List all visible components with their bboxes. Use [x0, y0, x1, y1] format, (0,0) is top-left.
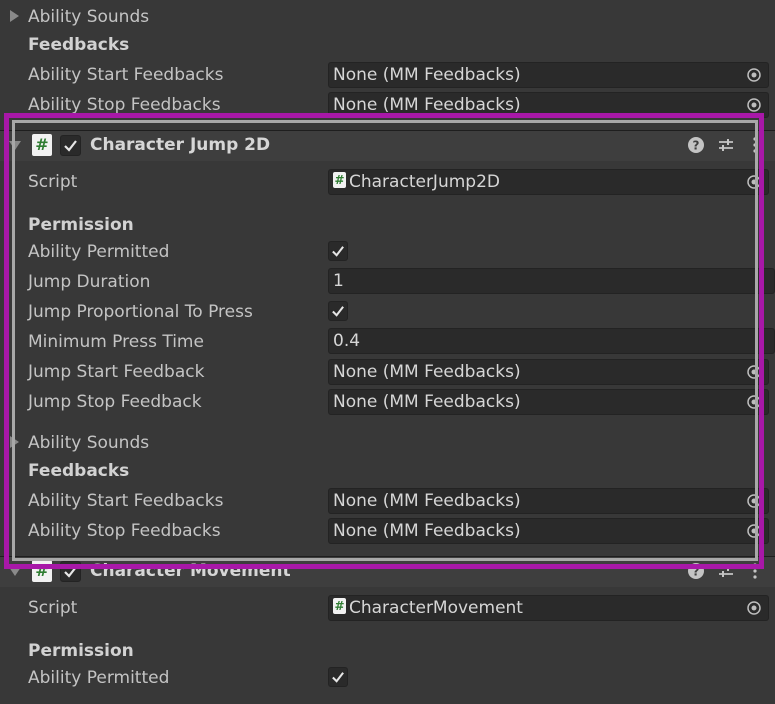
checkmark-icon: [332, 306, 344, 317]
jump-start-feedback-field[interactable]: None (MM Feedbacks): [328, 359, 769, 385]
field-value: None (MM Feedbacks): [333, 95, 521, 115]
object-picker-icon[interactable]: [746, 523, 762, 539]
jump-stop-feedback-field[interactable]: None (MM Feedbacks): [328, 389, 769, 415]
character-movement-header[interactable]: # Character Movement ?: [0, 556, 775, 587]
object-picker-icon[interactable]: [746, 364, 762, 380]
jump-proportional-label: Jump Proportional To Press: [28, 302, 253, 322]
ability-sounds-foldout[interactable]: Ability Sounds: [28, 432, 149, 454]
ability-stop-feedbacks-field[interactable]: None (MM Feedbacks): [328, 518, 769, 544]
component-enabled-checkbox[interactable]: [60, 135, 81, 156]
component-title: Character Jump 2D: [90, 135, 271, 155]
script-field[interactable]: # CharacterMovement: [328, 595, 769, 621]
ability-permitted-label: Ability Permitted: [28, 242, 170, 262]
jump-start-feedback-label: Jump Start Feedback: [28, 362, 205, 382]
collapse-arrow-icon[interactable]: [9, 567, 21, 577]
script-field[interactable]: # CharacterJump2D: [328, 169, 769, 195]
object-picker-icon[interactable]: [746, 394, 762, 410]
field-value: None (MM Feedbacks): [333, 65, 521, 85]
jump-duration-label: Jump Duration: [28, 272, 151, 292]
checkmark-icon: [332, 672, 344, 683]
help-icon[interactable]: ?: [688, 563, 704, 579]
minimum-press-time-field[interactable]: 0.4: [328, 328, 775, 354]
field-value: None (MM Feedbacks): [333, 521, 521, 541]
svg-text:?: ?: [693, 139, 700, 153]
jump-proportional-checkbox[interactable]: [328, 301, 348, 321]
checkmark-icon: [64, 566, 77, 578]
ability-start-feedbacks-field[interactable]: None (MM Feedbacks): [328, 488, 769, 514]
ability-permitted-checkbox[interactable]: [328, 241, 348, 261]
component-title: Character Movement: [90, 561, 291, 581]
jump-duration-field[interactable]: 1: [328, 268, 775, 294]
ability-start-feedbacks-label: Ability Start Feedbacks: [28, 491, 224, 511]
ability-permitted-checkbox[interactable]: [328, 667, 348, 687]
ability-sounds-foldout-icon[interactable]: [10, 10, 19, 22]
collapse-arrow-icon[interactable]: [9, 141, 21, 151]
presets-icon[interactable]: [718, 137, 734, 153]
kebab-menu-icon[interactable]: [752, 137, 758, 153]
object-picker-icon[interactable]: [746, 174, 762, 190]
field-value: CharacterMovement: [349, 598, 523, 618]
object-picker-icon[interactable]: [746, 600, 762, 616]
script-icon: #: [333, 598, 346, 614]
feedbacks-heading: Feedbacks: [28, 35, 130, 55]
ability-sounds-foldout-icon[interactable]: [10, 436, 19, 448]
object-picker-icon[interactable]: [746, 67, 762, 83]
ability-start-feedbacks-field[interactable]: None (MM Feedbacks): [328, 62, 769, 88]
field-value: CharacterJump2D: [349, 172, 500, 192]
checkmark-icon: [64, 140, 77, 152]
script-icon: #: [32, 560, 52, 582]
script-icon: #: [32, 134, 52, 156]
permission-heading: Permission: [28, 641, 134, 661]
field-value: None (MM Feedbacks): [333, 362, 521, 382]
script-icon: #: [333, 172, 346, 188]
ability-sounds-foldout[interactable]: Ability Sounds: [28, 6, 149, 28]
component-enabled-checkbox[interactable]: [60, 561, 81, 582]
ability-stop-feedbacks-label: Ability Stop Feedbacks: [28, 95, 221, 115]
kebab-menu-icon[interactable]: [752, 563, 758, 579]
feedbacks-heading: Feedbacks: [28, 461, 130, 481]
ability-stop-feedbacks-field[interactable]: None (MM Feedbacks): [328, 92, 769, 118]
character-jump-2d-header[interactable]: # Character Jump 2D ?: [0, 130, 775, 161]
svg-text:?: ?: [693, 565, 700, 579]
presets-icon[interactable]: [718, 563, 734, 579]
checkmark-icon: [332, 246, 344, 257]
field-value: None (MM Feedbacks): [333, 491, 521, 511]
ability-start-feedbacks-label: Ability Start Feedbacks: [28, 65, 224, 85]
script-label: Script: [28, 172, 78, 192]
jump-stop-feedback-label: Jump Stop Feedback: [28, 392, 202, 412]
minimum-press-time-label: Minimum Press Time: [28, 332, 204, 352]
field-value: None (MM Feedbacks): [333, 392, 521, 412]
permission-heading: Permission: [28, 215, 134, 235]
script-label: Script: [28, 598, 78, 618]
object-picker-icon[interactable]: [746, 493, 762, 509]
ability-permitted-label: Ability Permitted: [28, 668, 170, 688]
object-picker-icon[interactable]: [746, 97, 762, 113]
ability-stop-feedbacks-label: Ability Stop Feedbacks: [28, 521, 221, 541]
help-icon[interactable]: ?: [688, 137, 704, 153]
